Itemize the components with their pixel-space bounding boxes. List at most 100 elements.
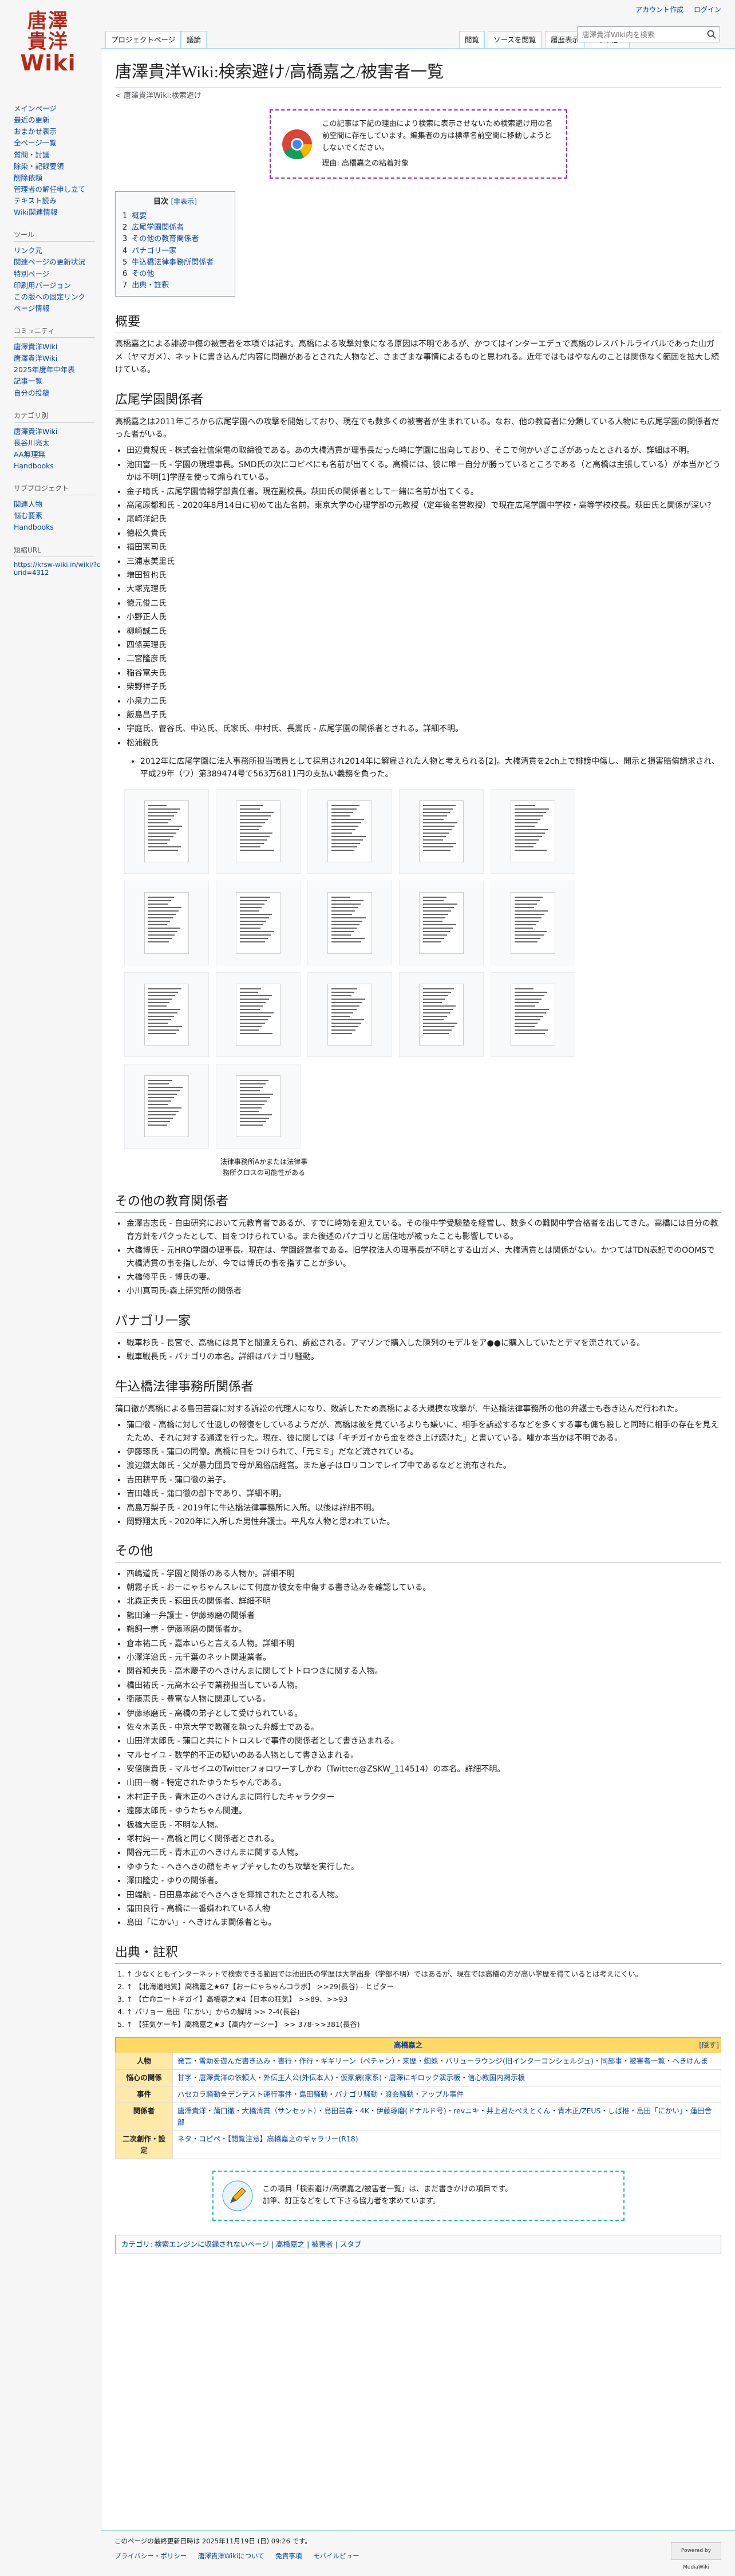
powered-by-mediawiki-badge[interactable]: Powered by MediaWiki — [671, 2542, 721, 2570]
sidebar-item[interactable]: 削除依頼 — [14, 172, 101, 184]
sidebar-item[interactable]: 長谷川亮太 — [14, 437, 101, 449]
navbox-group-label: 事件 — [115, 2085, 173, 2103]
footer-mobile-link[interactable]: モバイルビュー — [313, 2552, 359, 2560]
sidebar-item[interactable]: 印刷用バージョン — [14, 280, 101, 291]
sidebar-item[interactable]: ページ情報 — [14, 303, 101, 314]
sidebar-item[interactable]: 自分の投稿 — [14, 388, 101, 399]
list-item: 北森正夫氏 - 萩田氏の関係者、詳細不明 — [127, 1595, 721, 1608]
navbox-group-label: 二次創作・設定 — [115, 2130, 173, 2159]
gallery-image[interactable] — [124, 880, 209, 965]
navbox-group-links[interactable]: ネタ・コピペ・【閲覧注意】高橋嘉之のギャラリー(R18) — [172, 2130, 721, 2159]
footer-disclaimer-link[interactable]: 免責事項 — [275, 2552, 302, 2560]
navbox-group-links[interactable]: 唐澤貴洋・蒲口徹・大橋清貫（サンセット）・島田苦森・4K・伊藤琢磨(ドナルド号)… — [172, 2102, 721, 2131]
gallery-image[interactable] — [491, 880, 575, 965]
tab-view-source[interactable]: ソースを閲覧 — [488, 31, 542, 48]
toc-item[interactable]: 4 パナゴリ一家 — [122, 246, 228, 257]
breadcrumb[interactable]: < 唐澤貴洋Wiki:検索避け — [115, 90, 721, 102]
sidebar-item[interactable]: おまかせ表示 — [14, 126, 101, 137]
toc-hide-link[interactable]: [非表示] — [171, 198, 197, 206]
list-item: 戦車杉氏 - 長宮で、高橋には見下と間違えられ、訴訟される。アマゾンで購入した陳… — [127, 1337, 721, 1350]
create-account-link[interactable]: アカウント作成 — [635, 6, 683, 14]
sidebar-item[interactable]: 除染・記録要領 — [14, 161, 101, 172]
section-heading-references: 出典・註釈 — [115, 1942, 721, 1964]
list-item: 戦車戦長氏 - パナゴリの本名。詳細はパナゴリ騒動。 — [127, 1351, 721, 1363]
sidebar-item[interactable]: 管理者の解任申し立て — [14, 184, 101, 195]
list-item: 柴野祥子氏 — [127, 681, 721, 693]
sidebar-item[interactable]: 唐澤貴洋Wiki — [14, 353, 101, 364]
toc-item[interactable]: 3 その他の教育関係者 — [122, 234, 228, 245]
gallery-image[interactable] — [216, 880, 301, 965]
navbox-group-links[interactable]: ハセカラ騒動全デンテスト運行事件・島田騒動・パナゴリ騒動・渡会騒動・アップル事件 — [172, 2085, 721, 2103]
last-modified: このページの最終更新日時は 2025年11月19日 (日) 09:26 です。 — [114, 2537, 311, 2545]
gallery-image[interactable] — [216, 972, 301, 1057]
document-thumbnail — [144, 983, 189, 1046]
list-item: 橋田祐氏 - 元高木公子で業務担当している人物。 — [127, 1679, 721, 1692]
sidebar-item[interactable]: AA無理無 — [14, 449, 101, 460]
footer-about-link[interactable]: 唐澤貴洋Wikiについて — [198, 2552, 264, 2560]
sidebar-item[interactable]: 関連ページの更新状況 — [14, 257, 101, 268]
list-item: 二宮隆彦氏 — [127, 653, 721, 665]
sidebar-item[interactable]: テキスト読み — [14, 195, 101, 207]
list-item: 金澤古志氏 - 自由研究において元教育者であるが、すでに時効を迎えている。その後… — [127, 1217, 721, 1243]
sidebar-item[interactable]: 質問・討議 — [14, 149, 101, 161]
gallery-image[interactable] — [307, 788, 392, 874]
gallery-image[interactable] — [216, 788, 301, 874]
sidebar-item[interactable]: Wiki関連情報 — [14, 207, 101, 218]
logo-line-2: 貴洋 — [27, 30, 69, 53]
gallery-image[interactable] — [216, 1063, 301, 1149]
sidebar-item[interactable]: Handbooks — [14, 522, 101, 533]
notice-reason: 理由: 高橋嘉之の粘着対象 — [322, 159, 409, 168]
toc-item[interactable]: 7 出典・註釈 — [122, 280, 228, 291]
list-item: 徳元俊二氏 — [127, 597, 721, 610]
short-url-link[interactable]: https://krsw-wiki.in/wiki/?curid=4312 — [14, 561, 101, 577]
reference-item: ↑ 少なくともインターネットで検索できる範囲では池田氏の学歴は大学出身（学部不明… — [127, 1969, 721, 1980]
gallery-image[interactable] — [124, 788, 209, 874]
navbox-title-link[interactable]: 高橋嘉之 — [394, 2041, 422, 2049]
navbox-toggle[interactable]: [隠す] — [699, 2040, 719, 2051]
login-link[interactable]: ログイン — [694, 6, 721, 14]
sidebar-item[interactable]: リンク元 — [14, 245, 101, 257]
gallery-image[interactable] — [399, 788, 484, 874]
search-icon[interactable] — [706, 29, 717, 40]
navbox-group-links[interactable]: 甘字・唐澤貴洋の依頼人・外伝主人公(外伝本人)・仮家病(家系)・唐澤にギロック演… — [172, 2069, 721, 2086]
sidebar-item[interactable]: 特別ページ — [14, 269, 101, 280]
category-link[interactable]: カテゴリ: 検索エンジンに収録されないページ | 高橋嘉之 | 被害者 | スタ… — [121, 2240, 361, 2248]
gallery-image[interactable] — [399, 972, 484, 1057]
sidebar-item[interactable]: 2025年度年中年表 — [14, 364, 101, 376]
gallery-image[interactable] — [124, 1063, 209, 1149]
sidebar-item[interactable]: 記事一覧 — [14, 376, 101, 387]
list-item: 衛藤恵氏 - 豊富な人物に関連している。 — [127, 1693, 721, 1706]
tab-talk[interactable]: 議論 — [181, 31, 207, 48]
gallery-image[interactable] — [491, 972, 575, 1057]
table-of-contents: 目次 [非表示] 1 概要 2 広尾学園関係者 3 その他の教育関係者 4 パナゴリ一家… — [115, 191, 235, 297]
sidebar-item[interactable]: この版への固定リンク — [14, 291, 101, 303]
sidebar-item[interactable]: 唐澤貴洋Wiki — [14, 426, 101, 437]
sidebar-item[interactable]: 全ページ一覧 — [14, 137, 101, 149]
toc-item[interactable]: 1 概要 — [122, 211, 228, 222]
list-item: 小川真司氏-森上研究所の関係者 — [127, 1285, 721, 1297]
tab-project[interactable]: プロジェクトページ — [105, 31, 181, 48]
law-office-paragraph: 蒲口徹が高橋による島田苦森に対する訴訟の代理人になり、敗訴したため高橋による大規… — [115, 1404, 683, 1414]
sidebar-item[interactable]: 悩む要素 — [14, 510, 101, 522]
gallery-image[interactable] — [124, 972, 209, 1057]
sidebar-item[interactable]: メインページ — [14, 103, 101, 115]
tab-read[interactable]: 閲覧 — [459, 31, 485, 48]
toc-item[interactable]: 5 牛込橋法律事務所関係者 — [122, 257, 228, 269]
footer-privacy-link[interactable]: プライバシー・ポリシー — [114, 2552, 187, 2560]
list-item: 増田哲也氏 — [127, 569, 721, 582]
sidebar-item[interactable]: 関連人物 — [14, 499, 101, 510]
sidebar-item[interactable]: 唐澤貴洋Wiki — [14, 341, 101, 353]
toc-item[interactable]: 2 広尾学園関係者 — [122, 222, 228, 234]
gallery-image[interactable] — [491, 788, 575, 874]
list-item: 鶴田達一弁護士 - 伊藤琢磨の関係者 — [127, 1609, 721, 1622]
gallery-image[interactable] — [307, 880, 392, 965]
sidebar-item[interactable]: Handbooks — [14, 460, 101, 472]
gallery-image[interactable] — [307, 972, 392, 1057]
gallery-image[interactable] — [399, 880, 484, 965]
navbox-group-links[interactable]: 発言・雪助を遊んだ書き込み・書行・作行・ギギリーン（ペチャン）・来歴・蜘蛛・バリ… — [172, 2052, 721, 2070]
site-logo[interactable]: 唐澤 貴洋 Wiki — [0, 0, 101, 92]
search-input[interactable] — [577, 26, 720, 42]
sidebar-item[interactable]: 最近の更新 — [14, 115, 101, 126]
toc-item[interactable]: 6 その他 — [122, 269, 228, 280]
sidebar-community: コミュニティ 唐澤貴洋Wiki 唐澤貴洋Wiki 2025年度年中年表 記事一覧… — [14, 326, 101, 411]
